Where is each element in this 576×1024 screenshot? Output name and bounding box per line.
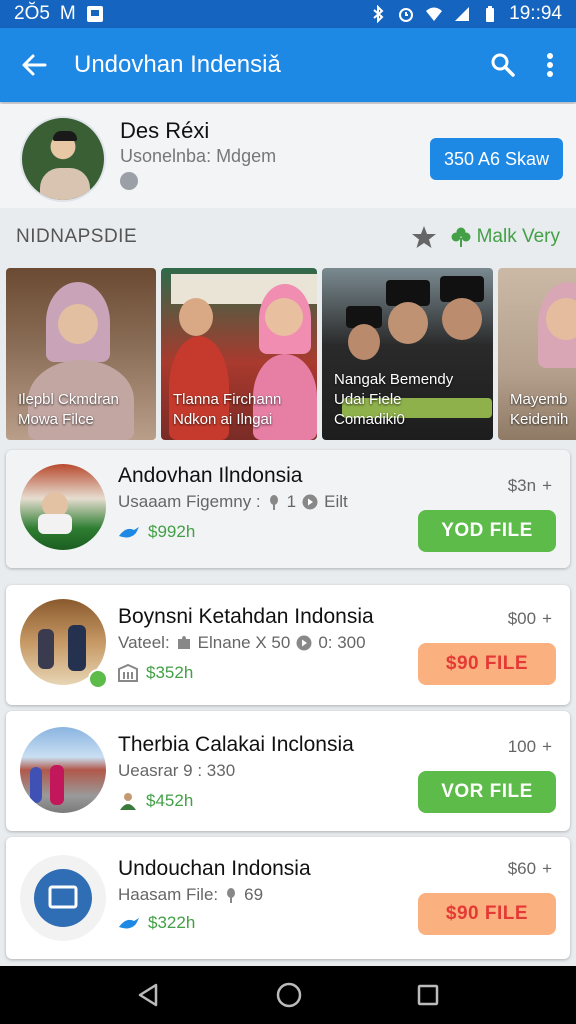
item-title: Undouchan Indonsia [118, 857, 311, 880]
carousel-caption-line1: Mayemb [510, 391, 568, 408]
back-button[interactable] [16, 47, 52, 83]
list-item[interactable]: Therbia Calakai Inclonsia Ueasrar 9 : 33… [6, 711, 570, 831]
bird-icon [119, 527, 139, 538]
item-meta: Usaaam Figemny : 1 Eilt [118, 492, 348, 511]
plus-icon: + [542, 737, 552, 756]
view-more-label: Malk Very [476, 226, 560, 247]
item-count: $00 + [507, 609, 552, 628]
item-thumbnail [20, 464, 106, 550]
carousel-card[interactable]: Ilepbl Ckmdran Mowa Filce [6, 268, 156, 440]
item-price: $322h [118, 913, 195, 933]
system-nav-bar [0, 966, 576, 1024]
star-icon[interactable] [411, 224, 437, 250]
clover-icon [451, 227, 471, 247]
status-time-left: 2Ŏ5 [14, 3, 50, 24]
status-carrier: M [59, 3, 76, 24]
list-item[interactable]: Undouchan Indonsia Haasam File: 69 $322h… [6, 837, 570, 959]
play-icon [296, 635, 312, 651]
battery-icon [486, 6, 495, 22]
file-button[interactable]: YOD FILE [418, 510, 556, 552]
featured-carousel: Ilepbl Ckmdran Mowa Filce Tlanna Firchann… [0, 268, 576, 440]
search-icon[interactable] [490, 52, 516, 78]
view-more-link[interactable]: Malk Very [451, 226, 560, 248]
bird-icon [119, 918, 139, 929]
building-icon [118, 664, 138, 682]
verified-badge-icon [88, 669, 108, 689]
screen-icon [48, 885, 78, 909]
carousel-caption-line3: Comadiki0 [334, 411, 405, 428]
nav-recents-icon[interactable] [416, 983, 440, 1007]
carousel-caption-line2: Mowa Filce [18, 411, 94, 428]
item-title: Andovhan Ilndonsia [118, 464, 303, 487]
profile-subtitle: Usonelnba: Mdgem [120, 146, 277, 166]
carousel-caption-line2: Udai Fiele [334, 391, 402, 408]
bluetooth-icon [373, 5, 384, 23]
item-count: $3n + [507, 476, 552, 495]
play-icon [302, 494, 318, 510]
file-button[interactable]: VOR FILE [418, 771, 556, 813]
nav-back-icon[interactable] [136, 982, 162, 1008]
carousel-card[interactable]: Tlanna Firchann Ndkon ai Ilngai [161, 268, 317, 440]
section-label: NIDNAPSDIE [16, 226, 138, 247]
carousel-card[interactable]: Nangak Bemendy Udai Fiele Comadiki0 [322, 268, 493, 440]
item-thumbnail [20, 855, 106, 941]
avatar[interactable] [20, 116, 106, 202]
app-bar: Undovhan Indensiǎ [0, 28, 576, 102]
overflow-menu-icon[interactable] [546, 52, 554, 78]
item-meta: Haasam File: 69 [118, 885, 264, 904]
nav-home-icon[interactable] [275, 981, 303, 1009]
item-title: Therbia Calakai Inclonsia [118, 733, 354, 756]
app-bar-title: Undovhan Indensiǎ [74, 51, 281, 78]
alarm-icon [399, 8, 414, 22]
carousel-caption-line1: Tlanna Firchann [173, 391, 282, 408]
carousel-card[interactable]: Mayemb Keidenih [498, 268, 576, 440]
carousel-caption-line2: Keidenih [510, 411, 569, 428]
leaf-icon [269, 495, 278, 510]
status-time-right: 19::94 [509, 3, 562, 24]
people-icon [120, 793, 136, 810]
item-price: $992h [118, 522, 195, 542]
list-item[interactable]: Boynsni Ketahdan Indonsia Vateel: Elnane… [6, 585, 570, 705]
carousel-caption-line1: Nangak Bemendy [334, 371, 454, 388]
file-button[interactable]: $90 FILE [418, 893, 556, 935]
profile-action-button[interactable]: 350 A6 Skaw [430, 138, 563, 180]
item-price: $352h [118, 663, 193, 683]
arrow-left-icon [22, 54, 47, 76]
section-header: NIDNAPSDIE Malk Very [0, 212, 576, 262]
signal-icon [455, 7, 470, 21]
item-title: Boynsni Ketahdan Indonsia [118, 605, 374, 628]
profile-header: Des Réxi Usonelnba: Mdgem 350 A6 Skaw [0, 104, 576, 208]
item-count: 100 + [507, 737, 552, 756]
list-item[interactable]: Andovhan Ilndonsia Usaaam Figemny : 1 Ei… [6, 450, 570, 568]
item-thumbnail [20, 727, 106, 813]
carousel-caption-line1: Ilepbl Ckmdran [18, 391, 119, 408]
item-meta: Vateel: Elnane X 50 0: 300 [118, 633, 366, 652]
wifi-icon [426, 7, 443, 21]
item-price: $452h [118, 791, 193, 811]
carousel-caption-line2: Ndkon ai Ilngai [173, 411, 273, 428]
leaf-icon [227, 888, 236, 903]
plus-icon: + [542, 859, 552, 878]
status-bar: 2Ŏ5 M 19::94 [0, 0, 576, 28]
plus-icon: + [542, 609, 552, 628]
puzzle-icon [177, 636, 190, 649]
status-dot-icon [120, 172, 138, 190]
item-meta: Ueasrar 9 : 330 [118, 761, 236, 780]
notification-icon [86, 6, 103, 22]
file-button[interactable]: $90 FILE [418, 643, 556, 685]
item-count: $60 + [507, 859, 552, 878]
profile-name: Des Réxi [120, 118, 210, 143]
plus-icon: + [542, 476, 552, 495]
